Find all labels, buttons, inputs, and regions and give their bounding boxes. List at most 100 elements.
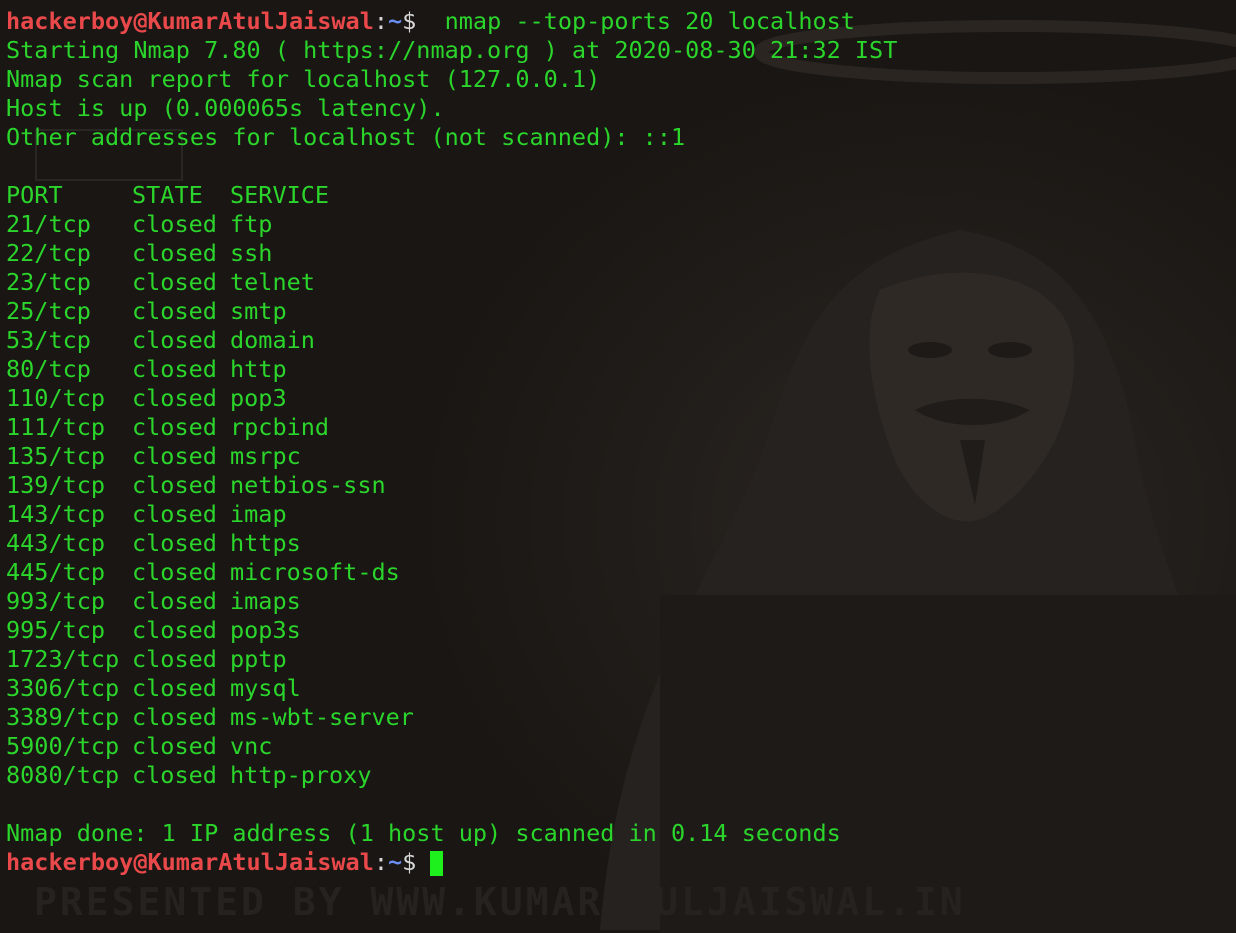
state-cell: closed — [132, 297, 217, 325]
state-cell: closed — [132, 268, 217, 296]
service-cell: http-proxy — [230, 761, 372, 789]
port-cell: 443/tcp — [6, 529, 106, 557]
table-row: 3389/tcp closed ms-wbt-server — [6, 703, 897, 732]
table-row: 110/tcp closed pop3 — [6, 384, 897, 413]
service-cell: rpcbind — [230, 413, 330, 441]
port-cell: 1723/tcp — [6, 645, 120, 673]
table-row: 1723/tcp closed pptp — [6, 645, 897, 674]
port-cell: 80/tcp — [6, 355, 91, 383]
table-row: 80/tcp closed http — [6, 355, 897, 384]
prompt-user-host: hackerboy@KumarAtulJaiswal — [6, 7, 374, 35]
prompt-separator: : — [373, 848, 389, 876]
service-cell: ms-wbt-server — [230, 703, 414, 731]
state-cell: closed — [132, 674, 217, 702]
port-cell: 3389/tcp — [6, 703, 120, 731]
state-cell: closed — [132, 471, 217, 499]
summary-line: Nmap done: 1 IP address (1 host up) scan… — [6, 819, 841, 847]
state-cell: closed — [132, 732, 217, 760]
service-cell: imaps — [230, 587, 301, 615]
wallpaper-mask-eye-left — [908, 342, 952, 358]
service-cell: pop3 — [230, 384, 287, 412]
header-service: SERVICE — [230, 181, 330, 209]
table-row: 3306/tcp closed mysql — [6, 674, 897, 703]
state-cell: closed — [132, 384, 217, 412]
terminal-window[interactable]: PRESENTED BY WWW.KUMARATULJAISWAL.IN hac… — [0, 0, 1236, 933]
command-text: nmap --top-ports 20 localhost — [430, 7, 855, 35]
service-cell: pop3s — [230, 616, 301, 644]
port-cell: 111/tcp — [6, 413, 106, 441]
table-row: 143/tcp closed imap — [6, 500, 897, 529]
table-header: PORT STATE SERVICE — [6, 181, 897, 210]
table-row: 445/tcp closed microsoft-ds — [6, 558, 897, 587]
service-cell: msrpc — [230, 442, 301, 470]
table-row: 53/tcp closed domain — [6, 326, 897, 355]
output-line: Nmap scan report for localhost (127.0.0.… — [6, 65, 601, 93]
port-cell: 8080/tcp — [6, 761, 120, 789]
state-cell: closed — [132, 761, 217, 789]
table-row: 135/tcp closed msrpc — [6, 442, 897, 471]
state-cell: closed — [132, 500, 217, 528]
text-cursor[interactable] — [430, 851, 444, 876]
port-cell: 995/tcp — [6, 616, 106, 644]
service-cell: telnet — [230, 268, 315, 296]
state-cell: closed — [132, 587, 217, 615]
table-row: 25/tcp closed smtp — [6, 297, 897, 326]
state-cell: closed — [132, 558, 217, 586]
service-cell: pptp — [230, 645, 287, 673]
prompt-path: ~ — [388, 848, 403, 876]
port-cell: 22/tcp — [6, 239, 91, 267]
service-cell: http — [230, 355, 287, 383]
table-row: 993/tcp closed imaps — [6, 587, 897, 616]
prompt-separator: : — [373, 7, 389, 35]
state-cell: closed — [132, 355, 217, 383]
table-row: 443/tcp closed https — [6, 529, 897, 558]
active-prompt-line[interactable]: hackerboy@KumarAtulJaiswal:~$ — [6, 848, 897, 877]
prompt-user-host: hackerboy@KumarAtulJaiswal — [6, 848, 374, 876]
table-row: 21/tcp closed ftp — [6, 210, 897, 239]
service-cell: https — [230, 529, 301, 557]
table-row: 139/tcp closed netbios-ssn — [6, 471, 897, 500]
state-cell: closed — [132, 703, 217, 731]
prompt-symbol: $ — [402, 848, 417, 876]
port-cell: 21/tcp — [6, 210, 91, 238]
port-cell: 23/tcp — [6, 268, 91, 296]
port-cell: 143/tcp — [6, 500, 106, 528]
service-cell: ssh — [230, 239, 273, 267]
state-cell: closed — [132, 239, 217, 267]
port-cell: 445/tcp — [6, 558, 106, 586]
service-cell: microsoft-ds — [230, 558, 400, 586]
port-cell: 53/tcp — [6, 326, 91, 354]
service-cell: imap — [230, 500, 287, 528]
port-cell: 5900/tcp — [6, 732, 120, 760]
state-cell: closed — [132, 442, 217, 470]
prompt-symbol: $ — [402, 7, 417, 35]
table-row: 8080/tcp closed http-proxy — [6, 761, 897, 790]
service-cell: netbios-ssn — [230, 471, 386, 499]
blank-line — [6, 152, 897, 181]
state-cell: closed — [132, 413, 217, 441]
blank-line — [6, 790, 897, 819]
terminal-output: hackerboy@KumarAtulJaiswal:~$ nmap --top… — [6, 7, 897, 877]
port-cell: 993/tcp — [6, 587, 106, 615]
state-cell: closed — [132, 210, 217, 238]
output-line: Starting Nmap 7.80 ( https://nmap.org ) … — [6, 36, 898, 64]
port-cell: 135/tcp — [6, 442, 106, 470]
port-cell: 25/tcp — [6, 297, 91, 325]
output-line: Host is up (0.000065s latency). — [6, 94, 445, 122]
prompt-path: ~ — [388, 7, 403, 35]
service-cell: vnc — [230, 732, 273, 760]
state-cell: closed — [132, 529, 217, 557]
table-row: 22/tcp closed ssh — [6, 239, 897, 268]
port-cell: 3306/tcp — [6, 674, 120, 702]
state-cell: closed — [132, 616, 217, 644]
header-state: STATE — [132, 181, 203, 209]
table-row: 5900/tcp closed vnc — [6, 732, 897, 761]
command-line: hackerboy@KumarAtulJaiswal:~$ nmap --top… — [6, 7, 897, 36]
port-cell: 139/tcp — [6, 471, 106, 499]
state-cell: closed — [132, 645, 217, 673]
service-cell: smtp — [230, 297, 287, 325]
table-row: 111/tcp closed rpcbind — [6, 413, 897, 442]
table-row: 995/tcp closed pop3s — [6, 616, 897, 645]
output-line: Other addresses for localhost (not scann… — [6, 123, 686, 151]
service-cell: ftp — [230, 210, 273, 238]
